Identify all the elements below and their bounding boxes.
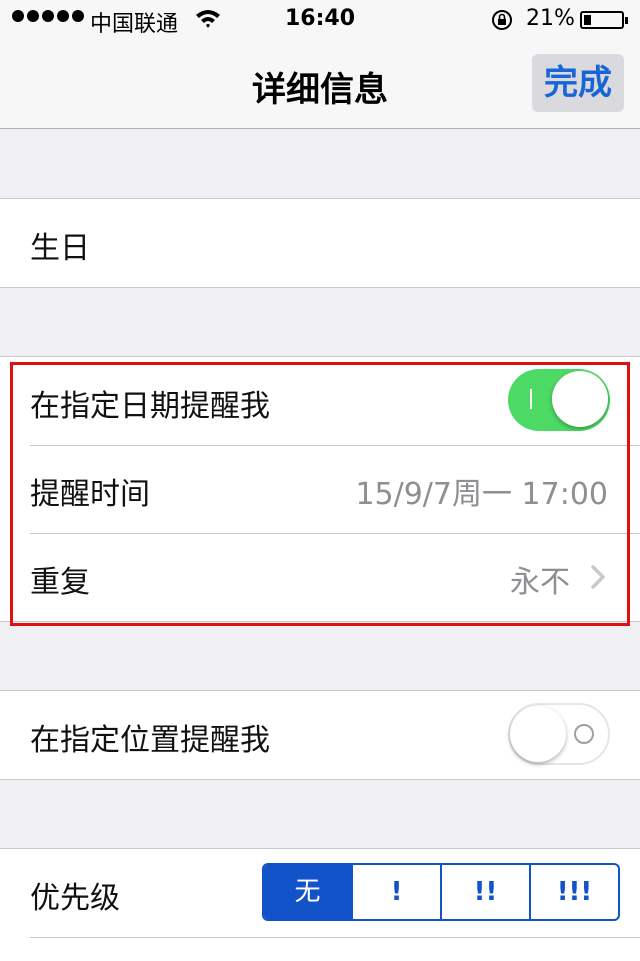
location-reminder-group: 在指定位置提醒我 — [0, 690, 640, 780]
date-reminder-group: 在指定日期提醒我 提醒时间 15/9/7周一 17:00 重复 永不 — [0, 356, 640, 622]
date-reminder-label: 在指定日期提醒我 — [30, 389, 270, 424]
reminder-time-row[interactable]: 提醒时间 15/9/7周一 17:00 — [0, 445, 640, 533]
date-reminder-row: 在指定日期提醒我 — [0, 357, 640, 445]
priority-group: 优先级 无 ! !! !!! — [0, 848, 640, 961]
chevron-right-icon — [591, 565, 605, 589]
reminder-time-label: 提醒时间 — [30, 477, 150, 512]
location-reminder-toggle[interactable] — [508, 703, 610, 765]
toggle-knob — [552, 371, 608, 427]
location-reminder-label: 在指定位置提醒我 — [30, 723, 270, 758]
location-reminder-row: 在指定位置提醒我 — [0, 691, 640, 779]
rotation-lock-icon — [492, 10, 512, 30]
priority-label: 优先级 — [30, 881, 120, 916]
priority-option-low[interactable]: ! — [351, 865, 440, 919]
repeat-row[interactable]: 重复 永不 — [0, 533, 640, 621]
birthday-row[interactable]: 生日 — [0, 199, 640, 287]
row-divider — [30, 937, 640, 938]
toggle-on-mark-icon — [530, 389, 532, 409]
birthday-label: 生日 — [30, 231, 90, 266]
priority-option-high[interactable]: !!! — [529, 865, 618, 919]
birthday-group: 生日 — [0, 198, 640, 288]
toggle-off-mark-icon — [574, 724, 594, 744]
priority-option-none[interactable]: 无 — [264, 865, 351, 919]
toggle-knob — [510, 706, 566, 762]
navigation-bar: 详细信息 完成 — [0, 40, 640, 129]
repeat-label: 重复 — [30, 565, 90, 600]
date-reminder-toggle[interactable] — [508, 369, 610, 431]
battery-percent: 21% — [526, 6, 575, 31]
priority-row: 优先级 无 ! !! !!! — [0, 849, 640, 937]
reminder-time-value: 15/9/7周一 17:00 — [355, 477, 608, 512]
priority-option-medium[interactable]: !! — [440, 865, 529, 919]
battery-icon — [580, 11, 628, 29]
status-bar: 中国联通 16:40 21% — [0, 0, 640, 40]
repeat-value: 永不 — [510, 565, 570, 600]
done-button[interactable]: 完成 — [532, 54, 624, 112]
priority-segmented-control: 无 ! !! !!! — [262, 863, 620, 921]
